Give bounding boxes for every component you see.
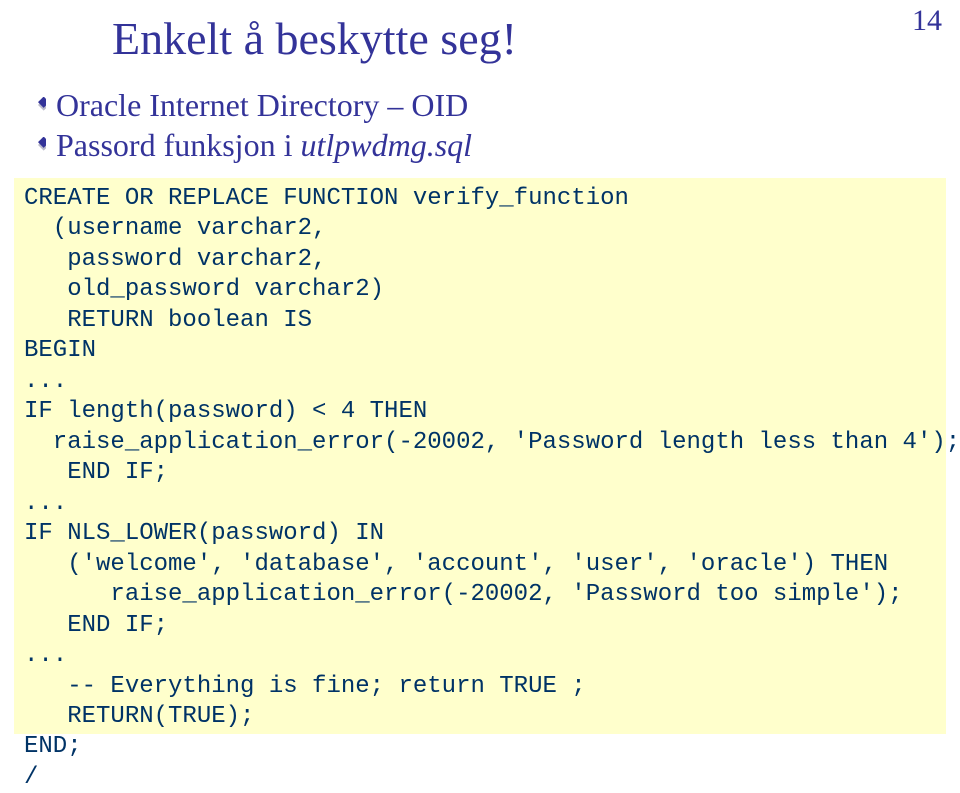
code-line: /	[24, 764, 38, 791]
list-item: Passord funksjon i utlpwdmg.sql	[30, 125, 472, 165]
bullet-icon	[30, 97, 46, 113]
code-line: raise_application_error(-20002, 'Passwor…	[24, 581, 903, 608]
code-line: RETURN boolean IS	[24, 307, 312, 334]
bullet-text: Oracle Internet Directory – OID	[56, 85, 468, 125]
code-line: RETURN(TRUE);	[24, 703, 254, 730]
bullet-text: Passord funksjon i utlpwdmg.sql	[56, 125, 472, 165]
bullet-text-italic: utlpwdmg.sql	[300, 127, 472, 163]
code-block: CREATE OR REPLACE FUNCTION verify_functi…	[14, 178, 946, 734]
list-item: Oracle Internet Directory – OID	[30, 85, 472, 125]
bullet-icon	[30, 137, 46, 153]
page-number: 14	[912, 4, 942, 38]
code-line: password varchar2,	[24, 246, 326, 273]
code-line: CREATE OR REPLACE FUNCTION verify_functi…	[24, 185, 629, 212]
code-line: ('welcome', 'database', 'account', 'user…	[24, 551, 888, 578]
code-line: ...	[24, 368, 67, 395]
page-title: Enkelt å beskytte seg!	[112, 12, 517, 65]
code-line: END IF;	[24, 612, 168, 639]
code-line: old_password varchar2)	[24, 276, 384, 303]
code-line: (username varchar2,	[24, 215, 326, 242]
code-line: END;	[24, 733, 82, 760]
bullet-text-prefix: Passord funksjon i	[56, 127, 300, 163]
code-line: BEGIN	[24, 337, 96, 364]
code-line: raise_application_error(-20002, 'Passwor…	[24, 429, 960, 456]
code-line: IF NLS_LOWER(password) IN	[24, 520, 384, 547]
code-line: -- Everything is fine; return TRUE ;	[24, 673, 586, 700]
code-line: ...	[24, 490, 67, 517]
code-line: IF length(password) < 4 THEN	[24, 398, 427, 425]
code-line: ...	[24, 642, 67, 669]
code-line: END IF;	[24, 459, 168, 486]
bullet-list: Oracle Internet Directory – OID Passord …	[30, 85, 472, 165]
